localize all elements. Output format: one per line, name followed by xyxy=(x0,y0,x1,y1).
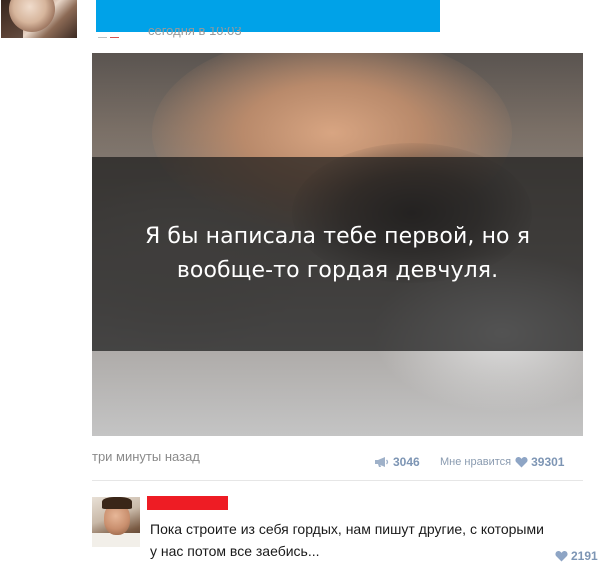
status-icon xyxy=(98,37,107,38)
comment-like-button[interactable]: 2191 xyxy=(555,549,598,563)
image-caption-band: Я бы написала тебе первой, но я вообще-т… xyxy=(92,157,583,351)
comment-like-count: 2191 xyxy=(571,549,598,563)
like-count: 39301 xyxy=(531,455,565,469)
post-image[interactable]: Я бы написала тебе первой, но я вообще-т… xyxy=(92,53,583,436)
author-status-icons xyxy=(98,31,138,38)
heart-icon xyxy=(515,457,528,468)
heart-icon xyxy=(555,551,568,562)
commenter-name-redaction xyxy=(147,496,228,510)
megaphone-icon xyxy=(375,457,389,467)
commenter-avatar[interactable] xyxy=(92,497,140,547)
like-label: Мне нравится xyxy=(440,456,512,468)
post-date[interactable]: сегодня в 10:03 xyxy=(148,27,242,38)
author-avatar[interactable] xyxy=(1,0,77,38)
like-button[interactable]: Мне нравится 39301 xyxy=(440,455,564,469)
image-caption: Я бы написала тебе первой, но я вообще-т… xyxy=(144,224,531,283)
share-button[interactable]: 3046 xyxy=(374,455,420,469)
comment-text: Пока строите из себя гордых, нам пишут д… xyxy=(150,521,544,559)
status-icon xyxy=(110,37,119,38)
wall-post: сегодня в 10:03 Я бы написала тебе перво… xyxy=(0,0,609,569)
share-count: 3046 xyxy=(393,455,420,469)
post-time-link[interactable]: три минуты назад xyxy=(92,449,200,465)
divider xyxy=(92,480,583,481)
